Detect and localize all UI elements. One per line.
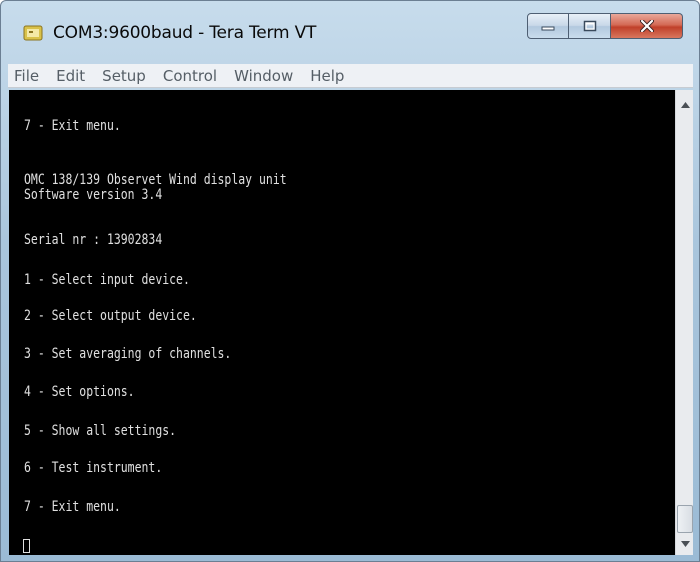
- scroll-down-arrow-icon: [680, 541, 690, 547]
- caption-buttons: [527, 13, 683, 41]
- menu-bar: File Edit Setup Control Window Help: [8, 64, 693, 88]
- maximize-icon: [583, 20, 596, 32]
- close-button[interactable]: [611, 13, 683, 39]
- terminal-line: Serial nr : 13902834: [24, 232, 163, 248]
- tera-term-window: COM3:9600baud - Tera Term VT File Edit S…: [0, 0, 700, 562]
- menu-help[interactable]: Help: [310, 67, 344, 85]
- terminal-line: OMC 138/139 Observet Wind display unit: [24, 172, 287, 188]
- terminal-line: 7 - Exit menu.: [24, 118, 121, 134]
- scroll-thumb[interactable]: [677, 505, 693, 533]
- menu-edit[interactable]: Edit: [56, 67, 85, 85]
- terminal-line: Software version 3.4: [24, 187, 163, 203]
- tera-term-app-icon[interactable]: [23, 24, 43, 42]
- terminal-line: 6 - Test instrument.: [24, 460, 163, 476]
- maximize-button[interactable]: [569, 13, 611, 39]
- terminal-line: 7 - Exit menu.: [24, 499, 121, 515]
- terminal-line: 5 - Show all settings.: [24, 423, 177, 439]
- vertical-scrollbar[interactable]: [675, 90, 693, 555]
- terminal-screen[interactable]: 7 - Exit menu. OMC 138/139 Observet Wind…: [9, 90, 675, 555]
- scroll-up-arrow-icon: [680, 102, 690, 108]
- menu-file[interactable]: File: [14, 67, 39, 85]
- menu-setup[interactable]: Setup: [102, 67, 146, 85]
- terminal-cursor: [23, 539, 30, 553]
- minimize-button[interactable]: [527, 13, 569, 39]
- window-title: COM3:9600baud - Tera Term VT: [53, 23, 317, 43]
- menu-control[interactable]: Control: [163, 67, 217, 85]
- scroll-up-button[interactable]: [676, 96, 694, 114]
- scroll-down-button[interactable]: [676, 535, 694, 553]
- terminal-line: 1 - Select input device.: [24, 272, 190, 288]
- terminal-line: 3 - Set averaging of channels.: [24, 346, 232, 362]
- terminal-output: 7 - Exit menu. OMC 138/139 Observet Wind…: [24, 90, 557, 515]
- minimize-icon: [541, 26, 555, 31]
- terminal-line: 2 - Select output device.: [24, 308, 197, 324]
- menu-window[interactable]: Window: [234, 67, 293, 85]
- title-bar[interactable]: COM3:9600baud - Tera Term VT: [1, 1, 699, 61]
- close-icon: [639, 20, 654, 32]
- terminal-line: 4 - Set options.: [24, 384, 135, 400]
